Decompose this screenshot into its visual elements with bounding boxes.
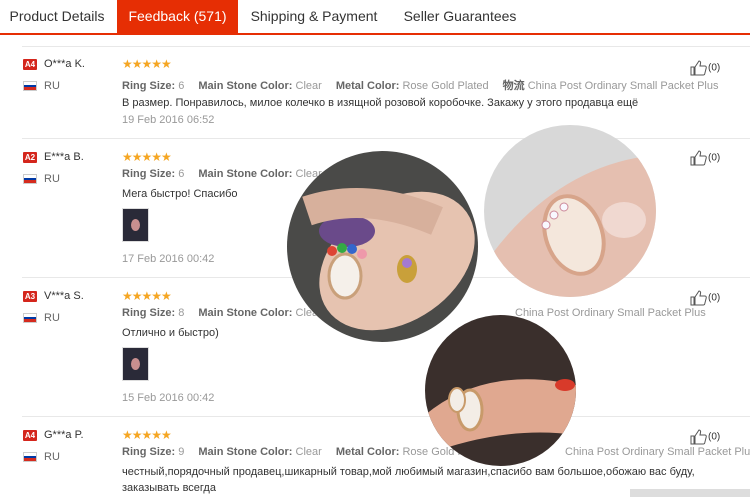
ru-flag-icon [23, 313, 37, 323]
buyer-country: RU [44, 312, 60, 324]
buyer-name: G***a P. [44, 429, 84, 441]
stone-label: Main Stone Color: [198, 307, 293, 319]
tab-product-details[interactable]: Product Details [0, 0, 114, 33]
helpful-count: (0) [708, 292, 721, 304]
ring-size-value: 8 [178, 307, 185, 319]
buyer-name: O***a K. [44, 58, 85, 70]
thumbs-up-icon [690, 290, 707, 306]
buyer-level-badge: A4 [23, 59, 37, 70]
buyer-name: V***a S. [44, 290, 84, 302]
review-text: В размер. Понравилось, милое колечко в и… [122, 97, 639, 109]
buyer-country: RU [44, 173, 60, 185]
review-photo-thumbnail[interactable] [122, 347, 149, 381]
order-attributes: Ring Size: 6 Main Stone Color: Clear [122, 168, 336, 180]
ring-size-label: Ring Size: [122, 307, 176, 319]
review-photo-thumbnail[interactable] [122, 208, 149, 242]
helpful-button[interactable]: (0) [690, 150, 720, 166]
review-text: честный,порядочный продавец,шикарный тов… [122, 466, 695, 494]
order-attributes: Ring Size: 9 Main Stone Color: Clear Metal… [122, 446, 503, 458]
helpful-button[interactable]: (0) [690, 429, 720, 445]
divider [22, 138, 750, 139]
metal-label: Metal Color: [335, 80, 400, 92]
helpful-count: (0) [708, 431, 721, 443]
divider [22, 46, 750, 47]
ring-size-value: 9 [178, 446, 185, 458]
scrollbar[interactable] [630, 489, 750, 497]
product-photo-worn [425, 315, 576, 466]
thumbs-up-icon [690, 429, 707, 445]
tab-feedback[interactable]: Feedback (571) [117, 0, 238, 33]
helpful-button[interactable]: (0) [690, 290, 720, 306]
ring-size-label: Ring Size: [122, 168, 176, 180]
buyer-name: E***a B. [44, 151, 84, 163]
review-date: 17 Feb 2016 00:42 [122, 253, 215, 265]
buyer-country: RU [44, 80, 60, 92]
divider [22, 416, 750, 417]
ring-size-label: Ring Size: [122, 80, 176, 92]
shipping-label: 物流 [502, 80, 525, 92]
order-attributes: Ring Size: 8 Main Stone Color: Clear [122, 307, 336, 319]
rating-stars: ★★★★★ [122, 428, 172, 442]
metal-value: Rose Gold Plated [402, 80, 489, 92]
ring-size-value: 6 [178, 168, 185, 180]
tab-seller-guarantees[interactable]: Seller Guarantees [390, 0, 530, 33]
buyer-level-badge: A2 [23, 152, 37, 163]
rating-stars: ★★★★★ [122, 150, 172, 164]
ring-size-value: 6 [178, 80, 185, 92]
product-photo-closeup [484, 125, 656, 297]
ru-flag-icon [23, 81, 37, 91]
order-attributes: Ring Size: 6 Main Stone Color: Clear Metal… [122, 77, 732, 93]
rating-stars: ★★★★★ [122, 289, 172, 303]
ring-size-label: Ring Size: [122, 446, 176, 458]
helpful-count: (0) [708, 62, 721, 74]
thumbs-up-icon [690, 150, 707, 166]
buyer-country: RU [44, 451, 60, 463]
stone-label: Main Stone Color: [198, 446, 293, 458]
helpful-count: (0) [708, 152, 721, 164]
rating-stars: ★★★★★ [122, 57, 172, 71]
ru-flag-icon [23, 452, 37, 462]
metal-label: Metal Color: [335, 446, 400, 458]
stone-value: Clear [295, 80, 322, 92]
buyer-level-badge: A3 [23, 291, 37, 302]
helpful-button[interactable]: (0) [690, 60, 720, 76]
thumbs-up-icon [690, 60, 707, 76]
review-date: 19 Feb 2016 06:52 [122, 114, 215, 126]
stone-value: Clear [295, 446, 322, 458]
tab-bar: Product Details Feedback (571) Shipping … [0, 0, 750, 35]
stone-label: Main Stone Color: [198, 168, 293, 180]
buyer-level-badge: A4 [23, 430, 37, 441]
tab-shipping-payment[interactable]: Shipping & Payment [240, 0, 388, 33]
ru-flag-icon [23, 174, 37, 184]
product-photo-hand-ring [287, 151, 478, 342]
stone-label: Main Stone Color: [198, 80, 293, 92]
shipping-attribute: China Post Ordinary Small Packet Plus [565, 446, 750, 458]
shipping-value: China Post Ordinary Small Packet Plus [527, 80, 719, 92]
shipping-attribute: China Post Ordinary Small Packet Plus [515, 307, 706, 319]
review-date: 15 Feb 2016 00:42 [122, 392, 215, 404]
